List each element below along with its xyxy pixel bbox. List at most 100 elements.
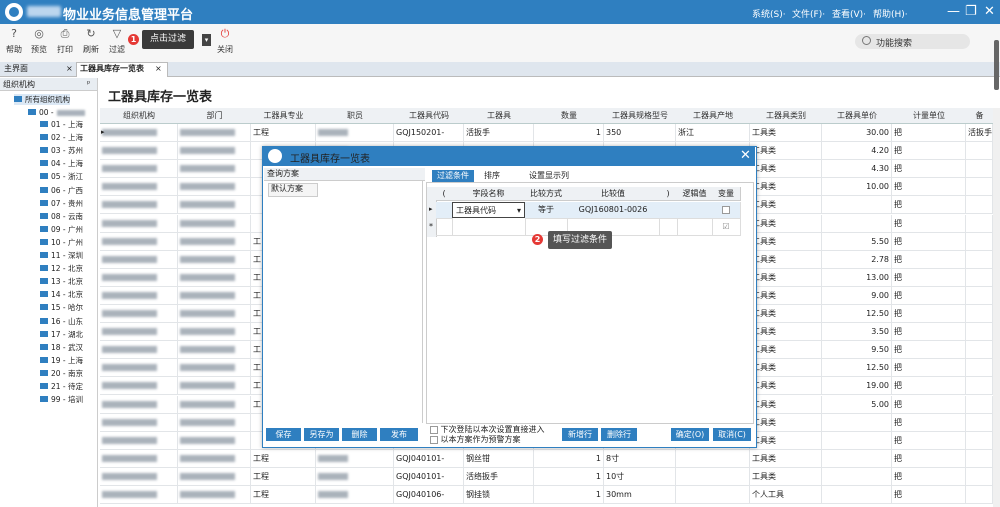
column-header[interactable]: 工器具 [464, 108, 535, 124]
tab-tool-inventory[interactable]: 工器具库存一览表 [80, 62, 144, 76]
tree-node[interactable]: 08 - 云南 [40, 211, 83, 222]
column-header[interactable]: 工器具类别 [750, 108, 823, 124]
filter-button[interactable]: ▽ 过滤 [104, 24, 130, 62]
tab-sort[interactable]: 排序 [478, 170, 506, 182]
tree-node[interactable]: 12 - 北京 [40, 263, 83, 274]
column-header[interactable]: 部门 [178, 108, 252, 124]
minimize-icon[interactable]: — [947, 4, 960, 19]
restore-icon[interactable]: ❐ [965, 4, 977, 19]
tree-node[interactable]: 04 - 上海 [40, 158, 83, 169]
table-cell: 2.78 [822, 250, 892, 269]
publish-button[interactable]: 发布 [380, 428, 418, 441]
tree-node[interactable]: 19 - 上海 [40, 355, 83, 366]
tree-node[interactable]: 09 - 广州 [40, 224, 83, 235]
redacted-text [102, 472, 157, 480]
filter-cell[interactable] [436, 202, 453, 219]
function-search-input[interactable] [855, 34, 970, 49]
menu-view[interactable]: 查看(V)· [832, 7, 866, 20]
dialog-close-icon[interactable]: ✕ [740, 148, 751, 163]
redacted-text [318, 129, 348, 136]
column-header[interactable]: 备 [966, 108, 994, 124]
tree-node[interactable]: 03 - 苏州 [40, 145, 83, 156]
column-header[interactable]: 组织机构 [100, 108, 179, 124]
column-header[interactable]: 工器具单价 [822, 108, 893, 124]
redacted-text [180, 237, 235, 245]
save-as-button[interactable]: 另存为 [304, 428, 339, 441]
tab-display-columns[interactable]: 设置显示列 [524, 170, 574, 182]
close-window-icon[interactable]: ✕ [984, 4, 995, 19]
tree-node[interactable]: 07 - 贵州 [40, 198, 83, 209]
help-button[interactable]: ? 帮助 [1, 24, 27, 62]
filter-cell[interactable] [452, 219, 526, 236]
column-header[interactable]: 工器具专业 [251, 108, 317, 124]
variable-checkbox[interactable] [712, 202, 741, 219]
tree-node[interactable]: 18 - 武汉 [40, 342, 83, 353]
menu-help[interactable]: 帮助(H)· [873, 7, 908, 20]
vertical-scrollbar[interactable] [993, 108, 1000, 507]
tree-node[interactable]: 10 - 广州 [40, 237, 83, 248]
tree-node[interactable]: 16 - 山东 [40, 316, 83, 327]
tab-home[interactable]: 主界面 [4, 62, 28, 76]
column-header[interactable]: 职员 [316, 108, 395, 124]
scrollbar-thumb[interactable] [994, 40, 999, 90]
dropdown-arrow-icon[interactable]: ▾ [202, 34, 211, 46]
table-cell: 10.00 [822, 178, 892, 197]
tree-node[interactable]: 02 - 上海 [40, 132, 83, 143]
tree-node[interactable]: 01 - 上海 [40, 119, 83, 130]
add-row-button[interactable]: 新增行 [562, 428, 598, 441]
tree-node[interactable]: 06 - 广西 [40, 185, 83, 196]
redacted-text [102, 436, 157, 444]
column-header[interactable]: 数量 [534, 108, 605, 124]
field-name-select[interactable]: 工器具代码 ▾ [452, 202, 525, 218]
tree-node[interactable]: 05 - 浙江 [40, 171, 83, 182]
menu-system[interactable]: 系统(S)· [752, 7, 786, 20]
tree-node[interactable]: 17 - 湖北 [40, 329, 83, 340]
print-button[interactable]: ⎙ 打印 [52, 24, 78, 62]
filter-cell[interactable] [659, 202, 678, 219]
column-header[interactable]: 工器具规格型号 [604, 108, 677, 124]
tree-root[interactable]: 所有组织机构 [14, 94, 70, 105]
tree-node[interactable]: 99 - 培训 [40, 394, 83, 405]
delete-scheme-button[interactable]: 删除 [342, 428, 377, 441]
cancel-button[interactable]: 取消(C) [713, 428, 751, 441]
table-cell [966, 196, 993, 215]
tree-node[interactable]: 14 - 北京 [40, 289, 83, 300]
pin-icon[interactable]: ᵖ [87, 79, 90, 88]
filter-cell[interactable] [677, 219, 713, 236]
tab-filter-conditions[interactable]: 过滤条件 [432, 170, 474, 182]
tree-node[interactable]: 15 - 哈尔 [40, 302, 83, 313]
redacted-text [102, 328, 157, 336]
tree-node-00[interactable]: 00 - [28, 107, 85, 118]
delete-row-button[interactable]: 删除行 [601, 428, 637, 441]
tab-tool-inventory-close-icon[interactable]: × [155, 62, 162, 76]
column-header[interactable]: 计量单位 [892, 108, 967, 124]
checkbox-warning-scheme[interactable]: 以本方案作为预警方案 [430, 434, 521, 445]
dropdown-arrow-icon: ▾ [516, 206, 521, 215]
column-header[interactable]: 工器具产地 [676, 108, 751, 124]
ok-button[interactable]: 确定(O) [671, 428, 709, 441]
filter-cell[interactable] [659, 219, 678, 236]
close-module-button[interactable]: ⏻ 关闭 [212, 24, 238, 62]
filter-cell[interactable] [436, 219, 453, 236]
refresh-button[interactable]: ↻ 刷新 [78, 24, 104, 62]
preview-button[interactable]: ◎ 预览 [26, 24, 52, 62]
table-cell: 5.00 [822, 395, 892, 414]
menu-file[interactable]: 文件(F)· [792, 7, 825, 20]
redacted-text [102, 491, 157, 498]
tree-node[interactable]: 11 - 深圳 [40, 250, 83, 261]
tree-node[interactable]: 21 - 待定 [40, 381, 83, 392]
table-cell [178, 341, 251, 360]
tree-node[interactable]: 13 - 北京 [40, 276, 83, 287]
tab-home-close-icon[interactable]: × [66, 62, 73, 76]
tree-node[interactable]: 20 - 南京 [40, 368, 83, 379]
help-icon: ? [11, 27, 17, 40]
filter-cell[interactable] [677, 202, 713, 219]
column-header[interactable]: 工器具代码 [394, 108, 465, 124]
table-cell [100, 341, 178, 360]
table-cell [178, 467, 251, 486]
compare-value-cell[interactable]: GQJ160801-0026 [567, 202, 660, 219]
save-scheme-button[interactable]: 保存 [266, 428, 301, 441]
compare-cell[interactable]: 等于 [525, 202, 568, 219]
variable-checkbox[interactable]: ☑ [712, 219, 741, 236]
scheme-default[interactable]: 默认方案 [271, 183, 303, 194]
